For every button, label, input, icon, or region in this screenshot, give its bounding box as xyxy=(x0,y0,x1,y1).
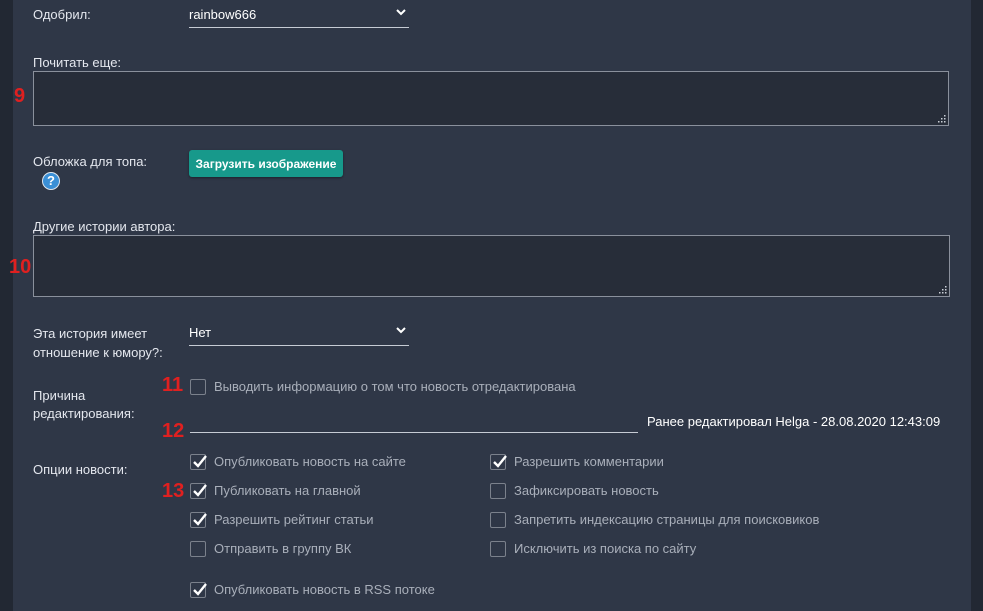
approved-select[interactable]: rainbow666 xyxy=(189,2,409,28)
right-gutter xyxy=(971,0,983,611)
annotation-marker-11: 11 xyxy=(162,374,184,396)
chevron-down-icon xyxy=(396,9,406,16)
checkmark-icon xyxy=(193,583,207,596)
annotation-marker-9: 9 xyxy=(14,85,26,107)
checkmark-icon xyxy=(193,513,207,526)
noindex-checkbox[interactable] xyxy=(490,512,506,528)
allow-rating-checkbox[interactable] xyxy=(190,512,207,528)
edit-reason-label-line1: Причина xyxy=(33,388,86,403)
edit-reason-label-line2: редактирования: xyxy=(33,406,135,421)
read-more-label: Почитать еще: xyxy=(33,55,122,70)
allow-comments-checkbox[interactable] xyxy=(490,454,507,470)
resize-grip-icon[interactable] xyxy=(937,114,946,123)
chevron-down-icon xyxy=(396,327,406,334)
checkmark-icon xyxy=(193,484,207,497)
last-edited-note: Ранее редактировал Helga - 28.08.2020 12… xyxy=(647,414,941,429)
approved-label: Одобрил: xyxy=(33,7,91,22)
exclude-search-checkbox[interactable] xyxy=(490,541,506,557)
approved-select-value: rainbow666 xyxy=(189,7,257,22)
humor-label-line1: Эта история имеет xyxy=(33,326,148,341)
exclude-search-label: Исключить из поиска по сайту xyxy=(514,541,697,556)
humor-select[interactable]: Нет xyxy=(189,320,409,346)
other-stories-textarea[interactable] xyxy=(33,235,950,297)
allow-comments-label: Разрешить комментарии xyxy=(514,454,664,469)
noindex-label: Запретить индексацию страницы для поиско… xyxy=(514,512,820,527)
show-edit-info-checkbox[interactable] xyxy=(190,379,206,395)
publish-on-main-checkbox[interactable] xyxy=(190,483,207,499)
annotation-marker-12: 12 xyxy=(162,420,185,442)
publish-on-site-checkbox[interactable] xyxy=(190,454,207,470)
read-more-textarea[interactable] xyxy=(33,71,949,126)
other-stories-label: Другие истории автора: xyxy=(33,219,176,234)
publish-rss-label: Опубликовать новость в RSS потоке xyxy=(214,582,435,597)
publish-on-main-label: Публиковать на главной xyxy=(214,483,361,498)
checkmark-icon xyxy=(493,455,507,468)
edit-reason-input[interactable] xyxy=(190,432,638,433)
pin-news-label: Зафиксировать новость xyxy=(514,483,659,498)
humor-label-line2: отношение к юмору?: xyxy=(33,345,163,360)
publish-rss-checkbox[interactable] xyxy=(190,582,207,598)
send-to-vk-checkbox[interactable] xyxy=(190,541,206,557)
cover-label: Обложка для топа: xyxy=(33,154,148,169)
annotation-marker-13: 13 xyxy=(162,480,185,502)
upload-image-button[interactable]: Загрузить изображение xyxy=(189,150,343,177)
pin-news-checkbox[interactable] xyxy=(490,483,506,499)
send-to-vk-label: Отправить в группу ВК xyxy=(214,541,352,556)
options-label: Опции новости: xyxy=(33,462,128,477)
left-gutter xyxy=(0,0,13,611)
help-icon[interactable]: ? xyxy=(42,172,60,190)
resize-grip-icon[interactable] xyxy=(938,285,947,294)
show-edit-info-label: Выводить информацию о том что новость от… xyxy=(214,379,576,394)
humor-select-value: Нет xyxy=(189,325,212,340)
checkmark-icon xyxy=(193,455,207,468)
allow-rating-label: Разрешить рейтинг статьи xyxy=(214,512,374,527)
publish-on-site-label: Опубликовать новость на сайте xyxy=(214,454,406,469)
annotation-marker-10: 10 xyxy=(9,256,32,278)
